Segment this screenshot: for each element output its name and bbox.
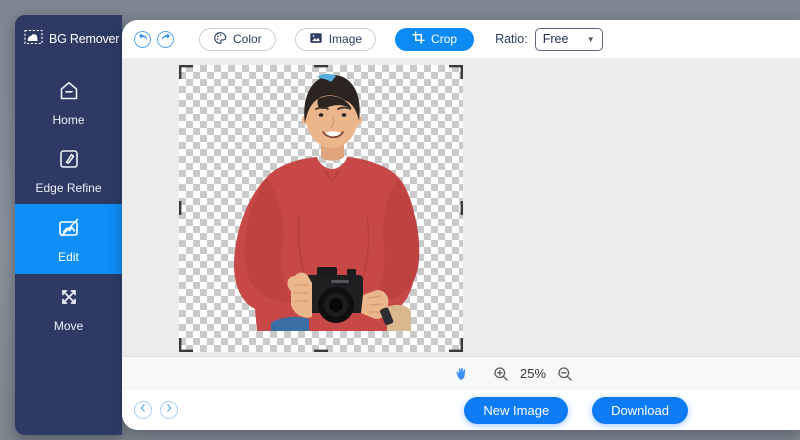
undo-arrow-icon — [137, 30, 149, 48]
redo-arrow-icon — [160, 30, 172, 48]
palette-icon — [213, 31, 227, 48]
ratio-label: Ratio: — [495, 32, 528, 46]
image-button[interactable]: Image — [295, 28, 376, 51]
image-icon — [309, 31, 323, 48]
ratio-select[interactable]: Free ▼ — [535, 28, 603, 51]
sidebar-item-home[interactable]: Home — [15, 68, 122, 136]
home-icon — [56, 78, 82, 109]
app-title: BG Remover — [49, 32, 119, 46]
sidebar-item-label: Move — [54, 319, 83, 333]
sidebar-item-edit[interactable]: Edit — [15, 204, 122, 274]
transparent-image-canvas[interactable] — [179, 65, 463, 352]
sidebar-nav: Home Edge Refine — [15, 68, 122, 342]
chevron-right-icon — [163, 401, 175, 419]
sidebar-item-label: Home — [52, 113, 84, 127]
sidebar-item-move[interactable]: Move — [15, 274, 122, 342]
sidebar-item-label: Edge Refine — [35, 181, 101, 195]
next-image-button[interactable] — [160, 401, 178, 419]
download-button[interactable]: Download — [592, 397, 688, 424]
app-window: BG Remover Home Edg — [0, 0, 800, 440]
color-button[interactable]: Color — [199, 28, 276, 51]
move-icon — [56, 284, 82, 315]
ratio-group: Ratio: Free ▼ — [495, 28, 603, 51]
app-logo: BG Remover — [15, 15, 122, 50]
crop-button[interactable]: Crop — [395, 28, 474, 51]
crop-button-label: Crop — [431, 32, 457, 46]
previous-image-button[interactable] — [134, 401, 152, 419]
redo-button[interactable] — [157, 31, 174, 48]
zoom-in-button[interactable] — [493, 366, 509, 382]
zoom-level-value: 25% — [520, 366, 546, 381]
toolbar: Color Image — [122, 20, 800, 58]
chevron-down-icon: ▼ — [587, 35, 595, 44]
new-image-button[interactable]: New Image — [464, 397, 568, 424]
undo-button[interactable] — [134, 31, 151, 48]
color-button-label: Color — [233, 32, 262, 46]
sidebar-item-edge-refine[interactable]: Edge Refine — [15, 136, 122, 204]
canvas-area[interactable] — [122, 58, 800, 356]
edge-refine-icon — [56, 146, 82, 177]
crop-handles[interactable] — [179, 65, 463, 352]
image-button-label: Image — [329, 32, 362, 46]
edit-image-icon — [56, 215, 82, 246]
sidebar: BG Remover Home Edg — [15, 15, 122, 435]
ratio-selected-value: Free — [543, 32, 569, 46]
chevron-left-icon — [137, 401, 149, 419]
zoom-statusbar: 25% — [122, 356, 800, 390]
main-panel: Color Image — [122, 20, 800, 430]
zoom-out-button[interactable] — [557, 366, 573, 382]
crop-icon — [412, 31, 425, 47]
sidebar-item-label: Edit — [58, 250, 79, 264]
footer-bar: New Image Download — [122, 390, 800, 430]
bg-remover-logo-icon — [24, 28, 44, 50]
pan-hand-tool[interactable] — [453, 366, 469, 382]
